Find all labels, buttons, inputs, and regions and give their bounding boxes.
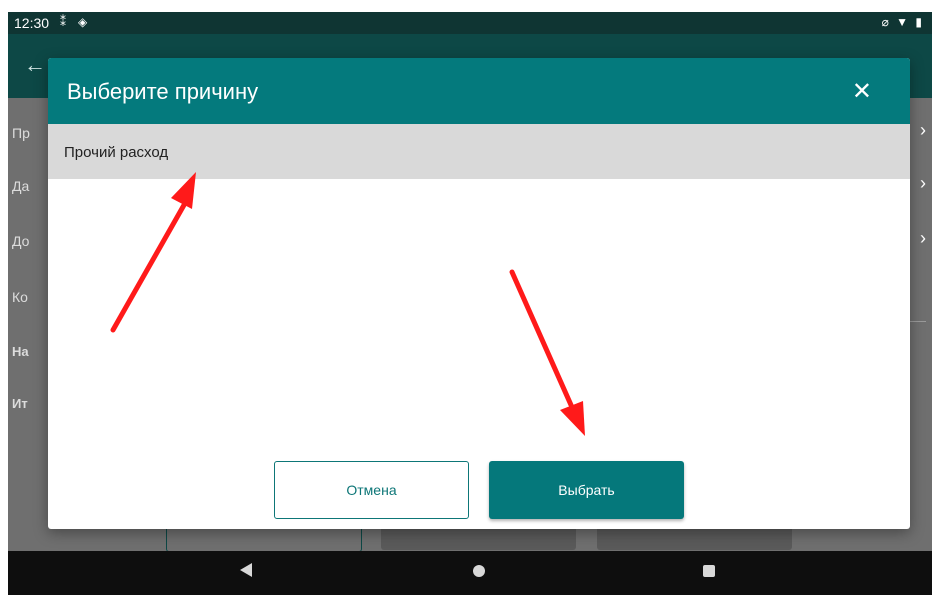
sim-icon: ⁑ (60, 15, 66, 29)
back-arrow-icon[interactable]: ← (24, 52, 46, 78)
back-triangle-icon[interactable] (240, 563, 252, 577)
bg-row-label: Ит (12, 396, 28, 411)
status-time: 12:30 (14, 15, 50, 31)
home-circle-icon[interactable] (473, 565, 485, 577)
chevron-right-icon[interactable]: › (920, 120, 926, 141)
close-icon[interactable]: ✕ (852, 77, 872, 106)
battery-icon: ▮ (915, 15, 924, 29)
reason-label: Прочий расход (64, 144, 169, 161)
bg-row-label: Ко (12, 289, 28, 305)
wifi-icon: ▼ (896, 15, 911, 29)
dialog-header: Выберите причину ✕ (48, 58, 910, 124)
bg-row-label: До (12, 233, 30, 249)
recents-square-icon[interactable] (703, 565, 715, 577)
reason-list-item[interactable]: Прочий расход (48, 124, 910, 179)
data-icon: ◈ (78, 15, 88, 29)
bg-row-label: Да (12, 178, 30, 194)
chevron-right-icon[interactable]: › (920, 228, 926, 249)
bg-row-label: На (12, 344, 29, 359)
cancel-button[interactable]: Отмена (274, 461, 469, 519)
navigation-bar (8, 551, 932, 595)
reason-dialog: Выберите причину ✕ Прочий расход Отмена … (48, 58, 910, 529)
dialog-title: Выберите причину (67, 79, 259, 104)
chevron-right-icon[interactable]: › (920, 173, 926, 194)
select-button[interactable]: Выбрать (489, 461, 684, 519)
status-right-icons: ⌀ ▼ ▮ (882, 15, 924, 29)
bg-row-label: Пр (12, 125, 30, 141)
status-bar: 12:30 ⁑ ◈ ⌀ ▼ ▮ (8, 12, 932, 34)
alarm-off-icon: ⌀ (881, 15, 891, 29)
